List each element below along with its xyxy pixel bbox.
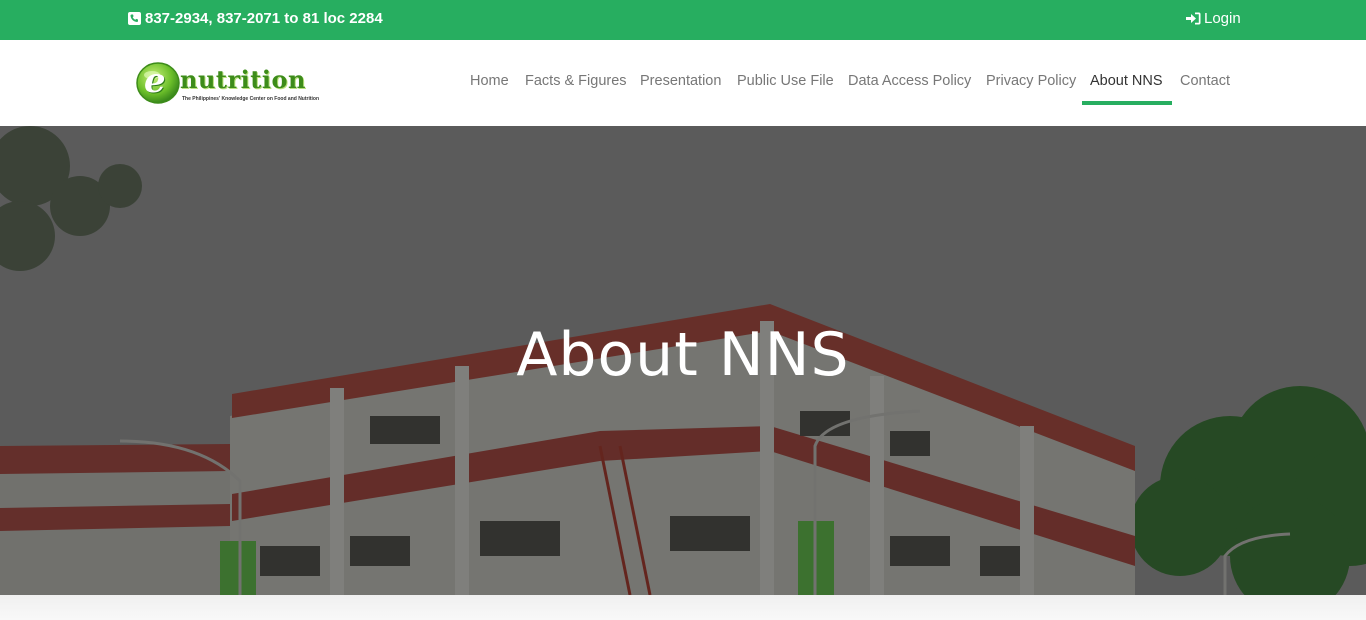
nav-home[interactable]: Home	[470, 73, 509, 89]
login-label: Login	[1204, 10, 1241, 27]
logo-tagline: The Philippines' Knowledge Center on Foo…	[182, 96, 320, 102]
phone-text: 837-2934, 837-2071 to 81 loc 2284	[145, 10, 383, 27]
top-bar: 837-2934, 837-2071 to 81 loc 2284 Login	[0, 0, 1366, 40]
logo-brand-text: nutrition	[180, 65, 306, 94]
nav-about-nns[interactable]: About NNS	[1090, 73, 1163, 89]
content-start	[0, 595, 1366, 620]
sign-in-icon	[1186, 12, 1201, 25]
page-title: About NNS	[516, 320, 850, 390]
hero-banner: About NNS	[0, 126, 1366, 595]
nav-data-access-policy[interactable]: Data Access Policy	[848, 73, 971, 89]
nav-presentation[interactable]: Presentation	[640, 73, 721, 89]
site-header: e nutrition The Philippines' Knowledge C…	[0, 40, 1366, 126]
enutrition-logo[interactable]: e nutrition The Philippines' Knowledge C…	[136, 61, 324, 107]
logo-letter: e	[144, 61, 166, 101]
nav-facts-figures[interactable]: Facts & Figures	[525, 73, 627, 89]
login-link[interactable]: Login	[1186, 10, 1241, 27]
active-nav-indicator	[1082, 101, 1172, 105]
nav-privacy-policy[interactable]: Privacy Policy	[986, 73, 1076, 89]
nav-contact[interactable]: Contact	[1180, 73, 1230, 89]
phone-contact: 837-2934, 837-2071 to 81 loc 2284	[128, 10, 383, 27]
nav-public-use-file[interactable]: Public Use File	[737, 73, 834, 89]
phone-icon	[128, 12, 141, 25]
